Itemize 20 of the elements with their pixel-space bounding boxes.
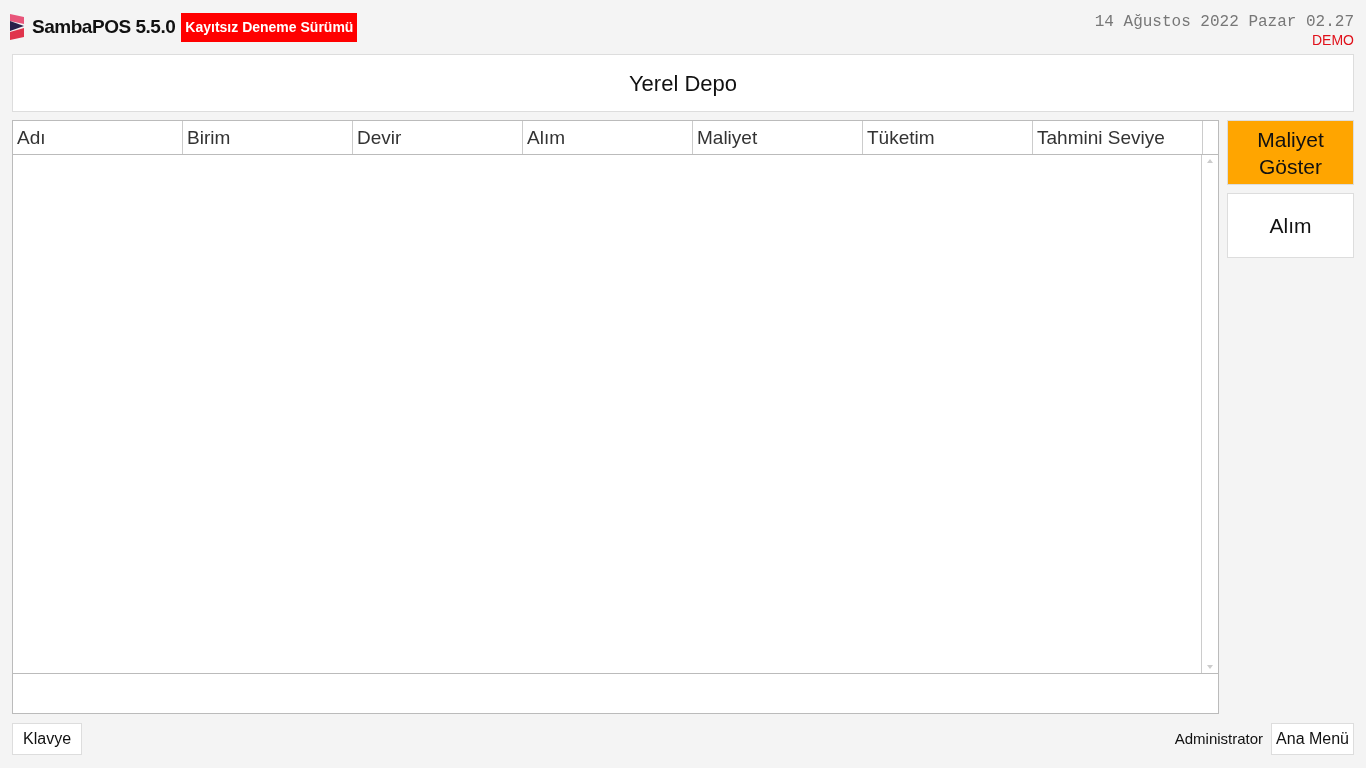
column-header[interactable]: Tahmini Seviye	[1033, 121, 1203, 154]
column-header[interactable]: Devir	[353, 121, 523, 154]
trial-badge: Kayıtsız Deneme Sürümü	[181, 12, 358, 42]
side-button[interactable]: Alım	[1227, 193, 1354, 258]
column-header[interactable]: Tüketim	[863, 121, 1033, 154]
user-name: Administrator	[1174, 728, 1264, 749]
scroll-down-icon[interactable]	[1207, 665, 1213, 669]
main-menu-button[interactable]: Ana Menü	[1271, 723, 1354, 755]
side-button[interactable]: Maliyet Göster	[1227, 120, 1354, 185]
title-panel: Yerel Depo	[12, 54, 1354, 112]
logo-icon	[8, 12, 26, 42]
keyboard-button[interactable]: Klavye	[12, 723, 83, 755]
demo-label: DEMO	[1312, 32, 1354, 50]
app-name: SambaPOS 5.5.0	[32, 14, 176, 39]
datetime-text: 14 Ağustos 2022 Pazar 02.27	[1094, 12, 1354, 32]
column-header[interactable]: Alım	[523, 121, 693, 154]
column-header[interactable]: Adı	[13, 121, 183, 154]
column-header[interactable]: Maliyet	[693, 121, 863, 154]
scroll-up-icon[interactable]	[1207, 159, 1213, 163]
column-header[interactable]: Birim	[183, 121, 353, 154]
